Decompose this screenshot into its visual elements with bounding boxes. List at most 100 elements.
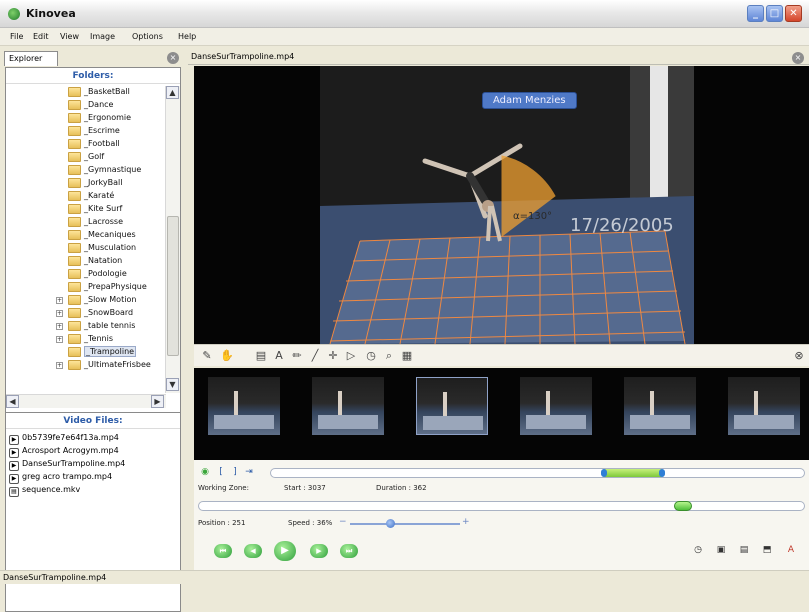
timer-icon[interactable]: ◷	[691, 544, 705, 557]
folders-pane: Folders: _BasketBall _Dance _Ergonomie _Esc…	[5, 67, 181, 417]
next-frame-button[interactable]: ▶	[310, 544, 328, 558]
last-frame-button[interactable]: ⏭	[340, 544, 358, 558]
working-zone-selection[interactable]	[601, 469, 665, 477]
grid-tool-icon[interactable]: ▤	[254, 349, 268, 363]
window-title: Kinovea	[26, 7, 76, 20]
hand-tool-icon[interactable]: ✋	[220, 349, 234, 363]
expand-toggle-icon[interactable]: +	[56, 297, 63, 304]
folder-label: _Dance	[84, 100, 114, 109]
keyframe-thumbnail[interactable]: 3397	[728, 377, 800, 435]
scroll-left-icon[interactable]: ◀	[6, 395, 19, 408]
name-label[interactable]: Adam Menzies	[482, 92, 577, 109]
folders-horizontal-scrollbar[interactable]: ◀ ▶	[6, 394, 166, 408]
scroll-right-icon[interactable]: ▶	[151, 395, 164, 408]
folder-label: _table tennis	[84, 321, 136, 330]
close-button[interactable]: ✕	[785, 5, 802, 22]
expand-toggle-icon[interactable]: +	[56, 310, 63, 317]
menu-bar: File Edit View Image Options Help	[0, 28, 809, 46]
video-file-item[interactable]: ▶ DanseSurTrampoline.mp4	[6, 459, 180, 472]
toolbar-close-icon[interactable]: ⊗	[792, 349, 806, 363]
video-file-name: DanseSurTrampoline.mp4	[22, 459, 126, 468]
folder-icon	[68, 204, 81, 214]
player-file-name: DanseSurTrampoline.mp4	[191, 52, 295, 61]
minimize-button[interactable]: _	[747, 5, 764, 22]
menu-view[interactable]: View	[60, 32, 79, 41]
save-icon[interactable]: ⬒	[760, 544, 774, 557]
speed-slider-thumb[interactable]	[386, 519, 395, 528]
menu-help[interactable]: Help	[178, 32, 196, 41]
menu-image[interactable]: Image	[90, 32, 115, 41]
folders-vertical-scrollbar[interactable]: ▲ ▼	[165, 86, 180, 393]
video-file-item[interactable]: ▤ sequence.mkv	[6, 485, 180, 498]
thumbnail-mat	[214, 415, 274, 429]
folder-icon	[68, 243, 81, 253]
thumbnail-figure	[546, 391, 550, 417]
color-profile-icon[interactable]: ▦	[400, 349, 414, 363]
scroll-down-icon[interactable]: ▼	[166, 378, 179, 391]
expand-toggle-icon[interactable]: +	[56, 336, 63, 343]
first-frame-button[interactable]: ⏮	[214, 544, 232, 558]
thumbnail-figure	[338, 391, 342, 417]
zone-start-icon[interactable]: [	[214, 466, 228, 479]
menu-file[interactable]: File	[10, 32, 23, 41]
pdf-export-icon[interactable]: A	[784, 544, 798, 557]
video-file-item[interactable]: ▶ 0b5739fe7e64f13a.mp4	[6, 433, 180, 446]
zone-jump-icon[interactable]: ⇥	[242, 466, 256, 479]
folder-label: _Karaté	[84, 191, 115, 200]
video-file-icon: ▶	[9, 435, 19, 445]
previous-frame-button[interactable]: ◀	[244, 544, 262, 558]
video-file-name: greg acro trampo.mp4	[22, 472, 113, 481]
kinovea-logo-icon	[8, 8, 20, 20]
zone-reset-icon[interactable]: ◉	[198, 466, 212, 479]
folder-icon	[68, 334, 81, 344]
menu-options[interactable]: Options	[132, 32, 163, 41]
folder-icon	[68, 152, 81, 162]
scrollbar-thumb[interactable]	[167, 216, 179, 356]
magnifier-icon[interactable]: ⌕	[382, 349, 396, 363]
video-frame[interactable]: α=130° 17/26/2005 Adam Menzies	[320, 66, 694, 344]
keyframe-thumbnail[interactable]: 3323	[520, 377, 592, 435]
export-video-icon[interactable]: ▤	[737, 544, 751, 557]
speed-slider-track[interactable]	[350, 519, 460, 528]
menu-edit[interactable]: Edit	[33, 32, 49, 41]
folder-label: _JorkyBall	[84, 178, 123, 187]
video-file-name: 0b5739fe7e64f13a.mp4	[22, 433, 119, 442]
text-tool-icon[interactable]: A	[272, 349, 286, 363]
maximize-button[interactable]: □	[766, 5, 783, 22]
chrono-tool-icon[interactable]: ◷	[364, 349, 378, 363]
player-close-icon[interactable]: ×	[792, 52, 804, 64]
pencil-tool-icon[interactable]: ✏	[290, 349, 304, 363]
angle-tool-icon[interactable]: ▷	[344, 349, 358, 363]
working-zone-track[interactable]	[270, 468, 805, 478]
position-cursor[interactable]	[674, 501, 692, 511]
video-file-item[interactable]: ▶ Acrosport Acrogym.mp4	[6, 446, 180, 459]
folder-label: _Podologie	[84, 269, 127, 278]
snapshot-icon[interactable]: ▣	[714, 544, 728, 557]
position-track[interactable]	[198, 501, 805, 511]
video-viewport[interactable]: α=130° 17/26/2005 Adam Menzies	[194, 66, 809, 344]
tab-explorer[interactable]: Explorer	[4, 51, 58, 66]
thumbnail-mat	[318, 415, 378, 429]
speed-minus-button[interactable]: −	[339, 517, 347, 527]
folder-label: _Tennis	[84, 334, 113, 343]
expand-toggle-icon[interactable]: +	[56, 362, 63, 369]
video-file-item[interactable]: ▶ greg acro trampo.mp4	[6, 472, 180, 485]
speed-plus-button[interactable]: +	[462, 517, 470, 527]
keyframe-thumbnail[interactable]: 3370	[624, 377, 696, 435]
keyframe-strip: 3171 3214 3288 3323 3370 3397	[194, 368, 809, 460]
keyframe-thumbnail[interactable]: 3214	[312, 377, 384, 435]
cross-marker-icon[interactable]: ✛	[326, 349, 340, 363]
play-button[interactable]: ▶	[274, 541, 296, 561]
position-text: Position : 251	[198, 519, 246, 527]
line-tool-icon[interactable]: ╱	[308, 349, 322, 363]
explorer-close-icon[interactable]: ×	[167, 52, 179, 64]
expand-toggle-icon[interactable]: +	[56, 323, 63, 330]
keyframe-thumbnail[interactable]: 3171	[208, 377, 280, 435]
zone-end-icon[interactable]: ]	[228, 466, 242, 479]
folder-icon	[68, 139, 81, 149]
keyframe-thumbnail-selected[interactable]: 3288	[416, 377, 488, 435]
folder-icon	[68, 191, 81, 201]
scroll-up-icon[interactable]: ▲	[166, 86, 179, 99]
thumbnail-mat	[526, 415, 586, 429]
add-keyframe-icon[interactable]: ✎	[200, 349, 214, 363]
